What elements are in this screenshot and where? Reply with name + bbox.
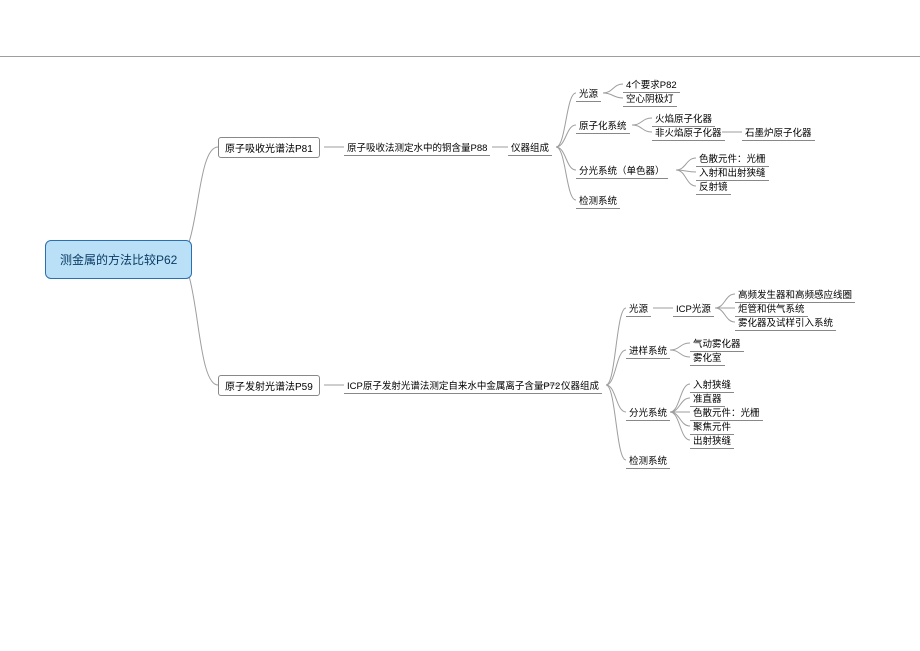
- b1-c2-l2[interactable]: 非火焰原子化器: [652, 125, 725, 141]
- b1-c2-l2b[interactable]: 石墨炉原子化器: [742, 125, 815, 141]
- root-node[interactable]: 测金属的方法比较P62: [45, 240, 192, 279]
- b2-c3-l5[interactable]: 出射狭缝: [690, 433, 734, 449]
- divider: [0, 56, 920, 57]
- b1-c3-label[interactable]: 分光系统（单色器）: [576, 163, 668, 179]
- b1-c2-label[interactable]: 原子化系统: [576, 118, 630, 134]
- b1-c1-l2[interactable]: 空心阴极灯: [623, 91, 677, 107]
- b2-c1-l3[interactable]: 雾化器及试样引入系统: [735, 315, 836, 331]
- b1-c3-l3[interactable]: 反射镜: [696, 179, 731, 195]
- b2-c1-mid[interactable]: ICP光源: [673, 301, 714, 317]
- b2-inst[interactable]: 仪器组成: [558, 378, 602, 394]
- b2-c2-label[interactable]: 进样系统: [626, 343, 670, 359]
- b2-c2-l2[interactable]: 雾化室: [690, 350, 725, 366]
- branch2-title[interactable]: 原子发射光谱法P59: [218, 375, 320, 396]
- b1-sub[interactable]: 原子吸收法测定水中的铜含量P88: [344, 140, 490, 156]
- b1-c4-label[interactable]: 检测系统: [576, 193, 620, 209]
- b2-sub[interactable]: ICP原子发射光谱法测定自来水中金属离子含量P72: [344, 378, 563, 394]
- b1-inst[interactable]: 仪器组成: [508, 140, 552, 156]
- b1-c1-label[interactable]: 光源: [576, 86, 601, 102]
- b2-c4-label[interactable]: 检测系统: [626, 453, 670, 469]
- b2-c3-label[interactable]: 分光系统: [626, 405, 670, 421]
- b2-c1-label[interactable]: 光源: [626, 301, 651, 317]
- branch1-title[interactable]: 原子吸收光谱法P81: [218, 137, 320, 158]
